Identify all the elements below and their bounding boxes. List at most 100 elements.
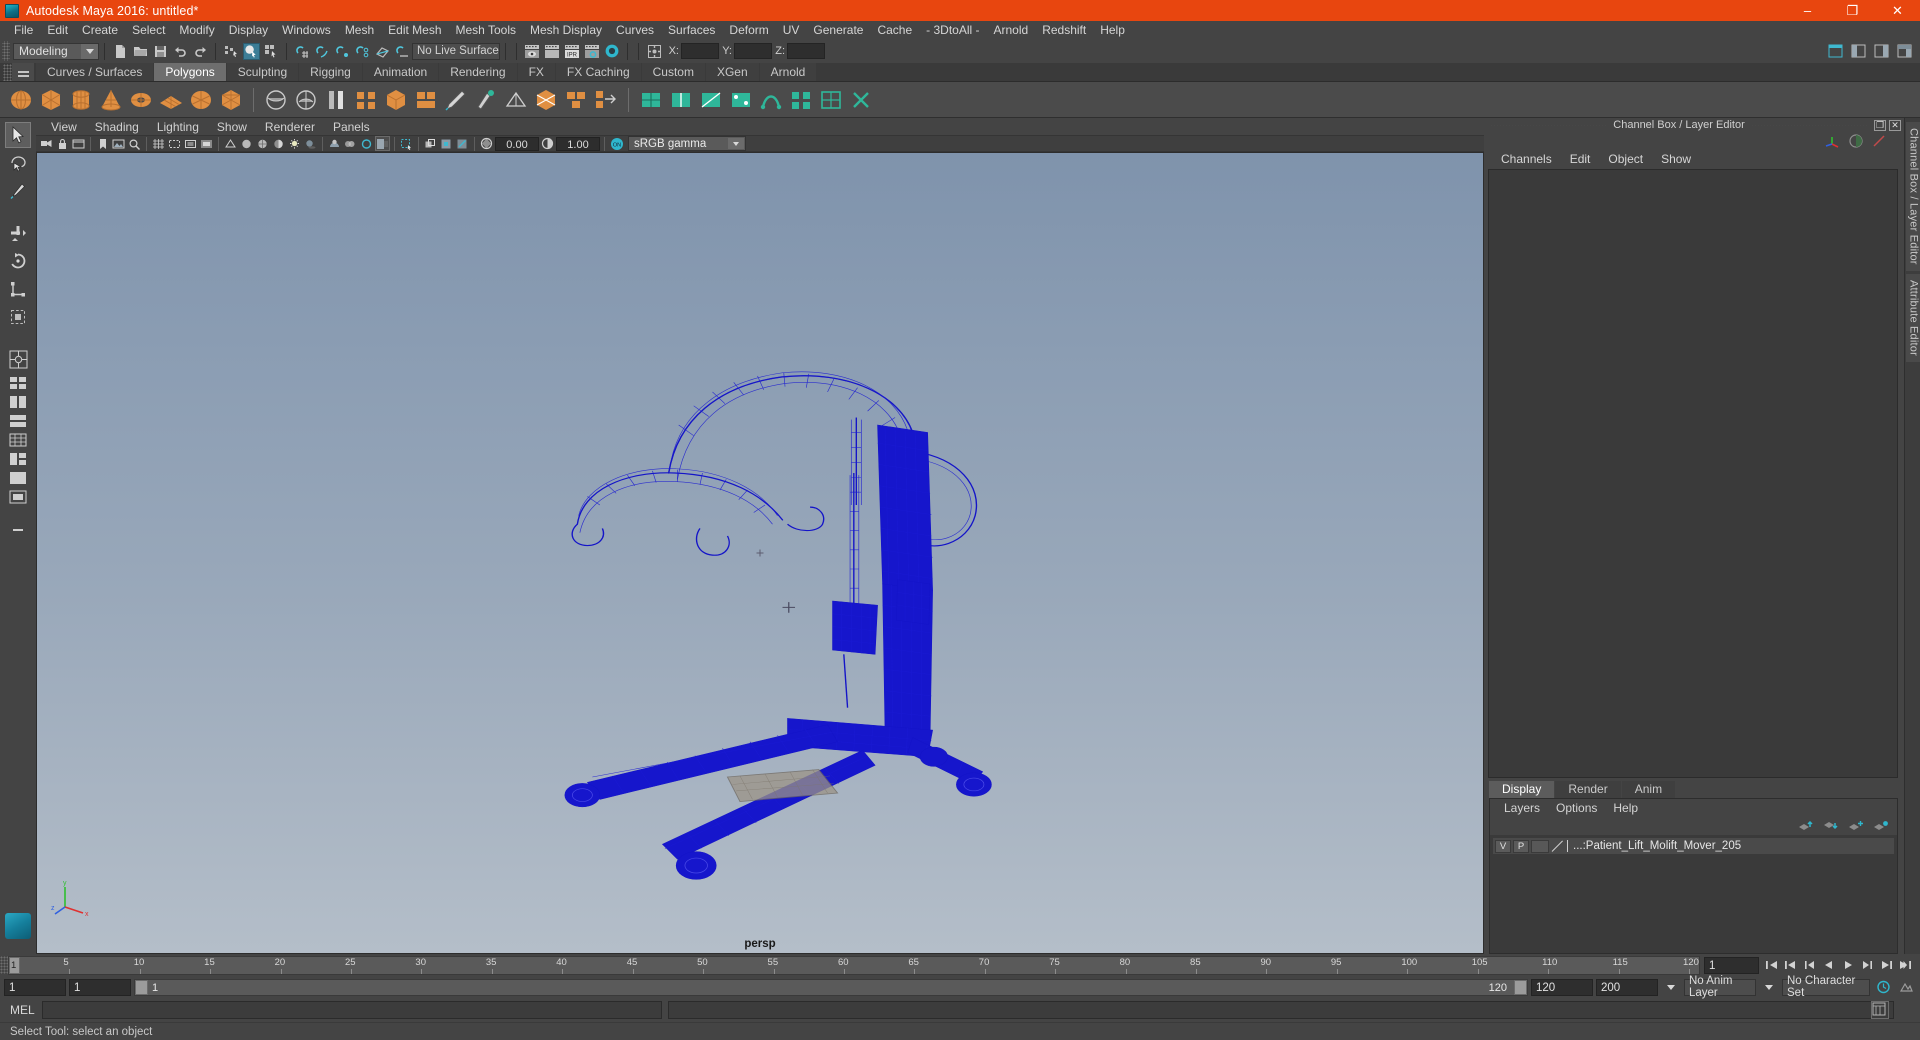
menu-item-arnold[interactable]: Arnold <box>987 21 1036 39</box>
shadows-icon[interactable] <box>303 136 318 151</box>
panel-menu-view[interactable]: View <box>42 120 86 134</box>
gate-mask-icon[interactable] <box>199 136 214 151</box>
poly-cube-icon[interactable] <box>38 87 64 113</box>
current-time-indicator[interactable]: 1 <box>9 956 20 974</box>
layer-color-swatch[interactable] <box>1531 839 1549 853</box>
menu-item-generate[interactable]: Generate <box>806 21 870 39</box>
wireframe-icon[interactable] <box>223 136 238 151</box>
ipr-render-icon[interactable]: IPR <box>564 43 581 60</box>
color-management-selector[interactable]: sRGB gamma <box>628 136 746 151</box>
channel-box-menu-object[interactable]: Object <box>1599 152 1652 166</box>
move-layer-up-icon[interactable] <box>1798 820 1814 832</box>
collapse-toolbox-button[interactable] <box>6 521 30 538</box>
script-editor-icon[interactable] <box>1871 1001 1889 1019</box>
poly-sew-uv-icon[interactable] <box>728 87 754 113</box>
poly-crease-icon[interactable] <box>638 87 664 113</box>
channel-box-menu-edit[interactable]: Edit <box>1561 152 1600 166</box>
poly-append-icon[interactable] <box>473 87 499 113</box>
anim-layer-selector[interactable]: No Anim Layer <box>1684 975 1756 999</box>
y-coordinate-input[interactable] <box>734 43 772 59</box>
x-coordinate-input[interactable] <box>681 43 719 59</box>
menu-item-deform[interactable]: Deform <box>722 21 775 39</box>
channel-box-menu-channels[interactable]: Channels <box>1492 152 1561 166</box>
poly-bevel-icon[interactable] <box>383 87 409 113</box>
menu-item-modify[interactable]: Modify <box>172 21 221 39</box>
poly-torus-icon[interactable] <box>128 87 154 113</box>
poly-smooth-icon[interactable] <box>443 87 469 113</box>
live-surface-field[interactable]: No Live Surface <box>412 42 500 60</box>
step-back-key-icon[interactable] <box>1782 957 1800 974</box>
layer-list[interactable]: V P ...:Patient_Lift_Molift_Mover_205 <box>1490 835 1897 953</box>
poly-unfold-uv-icon[interactable] <box>758 87 784 113</box>
poly-quad-draw-icon[interactable] <box>503 87 529 113</box>
new-scene-icon[interactable] <box>112 43 129 60</box>
textured-icon[interactable] <box>271 136 286 151</box>
range-handle-right[interactable] <box>1514 979 1527 995</box>
shelf-tab-rigging[interactable]: Rigging <box>299 63 362 81</box>
layer-row[interactable]: V P ...:Patient_Lift_Molift_Mover_205 <box>1493 838 1894 854</box>
go-to-end-icon[interactable] <box>1896 957 1914 974</box>
bookmark-icon[interactable] <box>95 136 110 151</box>
menu-item-select[interactable]: Select <box>125 21 172 39</box>
single-perspective-layout-button[interactable] <box>5 346 31 372</box>
animation-start-field[interactable]: 1 <box>4 978 66 996</box>
range-handle-left[interactable] <box>135 979 148 995</box>
last-tool-used-button[interactable] <box>5 304 31 330</box>
hypershade-layout-button[interactable] <box>6 450 30 467</box>
editor-layout-icon[interactable] <box>646 43 663 60</box>
step-forward-key-icon[interactable] <box>1877 957 1895 974</box>
select-by-hierarchy-icon[interactable] <box>223 43 240 60</box>
open-scene-icon[interactable] <box>132 43 149 60</box>
select-tool-button[interactable] <box>5 122 31 148</box>
time-slider-track[interactable]: 1 5 10 15 20 25 30 35 40 45 50 55 60 65 70 75 80 85 90 95 1… <box>8 955 1700 975</box>
shelf-tab-xgen[interactable]: XGen <box>705 63 759 81</box>
poly-platonic-icon[interactable] <box>218 87 244 113</box>
motion-blur-icon[interactable] <box>343 136 358 151</box>
snap-to-point-icon[interactable] <box>334 43 351 60</box>
panel-menu-lighting[interactable]: Lighting <box>148 120 208 134</box>
resolution-gate-icon[interactable] <box>183 136 198 151</box>
smooth-shade-icon[interactable] <box>239 136 254 151</box>
shelf-menu-button[interactable] <box>12 63 34 81</box>
exposure-icon[interactable] <box>479 136 494 151</box>
step-forward-frame-icon[interactable] <box>1858 957 1876 974</box>
menu-item-cache[interactable]: Cache <box>870 21 919 39</box>
menu-item-surfaces[interactable]: Surfaces <box>661 21 722 39</box>
render-view-layout-button[interactable] <box>6 488 30 505</box>
menu-item-windows[interactable]: Windows <box>275 21 338 39</box>
layer-menu-help[interactable]: Help <box>1605 801 1646 815</box>
layer-name[interactable]: ...:Patient_Lift_Molift_Mover_205 <box>1573 840 1741 852</box>
vertical-tab-attribute-editor[interactable]: Attribute Editor <box>1905 273 1920 362</box>
perspective-viewport[interactable]: .wf { fill:none; stroke:#1414c8; stroke-… <box>36 152 1484 954</box>
2d-pan-zoom-icon[interactable] <box>127 136 142 151</box>
xray-active-components-icon[interactable] <box>455 136 470 151</box>
outliner-toggle-icon[interactable] <box>1850 43 1867 60</box>
hypershade-icon[interactable] <box>604 43 621 60</box>
paint-select-tool-button[interactable] <box>5 178 31 204</box>
lock-camera-icon[interactable] <box>55 136 70 151</box>
anim-layer-chevron-down-icon[interactable] <box>1761 979 1778 996</box>
current-frame-field[interactable]: 1 <box>1704 956 1759 974</box>
command-input[interactable] <box>42 1001 662 1019</box>
color-management-toggle-icon[interactable]: ON <box>609 136 624 151</box>
layer-tab-display[interactable]: Display <box>1489 781 1555 798</box>
xray-icon[interactable] <box>423 136 438 151</box>
play-backwards-icon[interactable] <box>1820 957 1838 974</box>
shelf-tab-fx-caching[interactable]: FX Caching <box>555 63 641 81</box>
snap-to-view-plane-icon[interactable] <box>374 43 391 60</box>
channel-box-toggle-icon[interactable] <box>1896 43 1913 60</box>
channel-box-menu-show[interactable]: Show <box>1652 152 1700 166</box>
move-layer-down-icon[interactable] <box>1823 820 1839 832</box>
exposure-value[interactable]: 0.00 <box>495 136 539 151</box>
lights-icon[interactable] <box>287 136 302 151</box>
poly-sphere-icon[interactable] <box>8 87 34 113</box>
shelf-tab-sculpting[interactable]: Sculpting <box>226 63 299 81</box>
attribute-editor-toggle-icon[interactable] <box>1873 43 1890 60</box>
depth-of-field-icon[interactable] <box>375 136 390 151</box>
time-slider-grip[interactable] <box>0 956 8 974</box>
grid-toggle-icon[interactable] <box>151 136 166 151</box>
select-by-component-icon[interactable] <box>263 43 280 60</box>
camera-attributes-icon[interactable] <box>71 136 86 151</box>
shelf-tab-custom[interactable]: Custom <box>641 63 705 81</box>
persp-uv-layout-button[interactable] <box>6 469 30 486</box>
